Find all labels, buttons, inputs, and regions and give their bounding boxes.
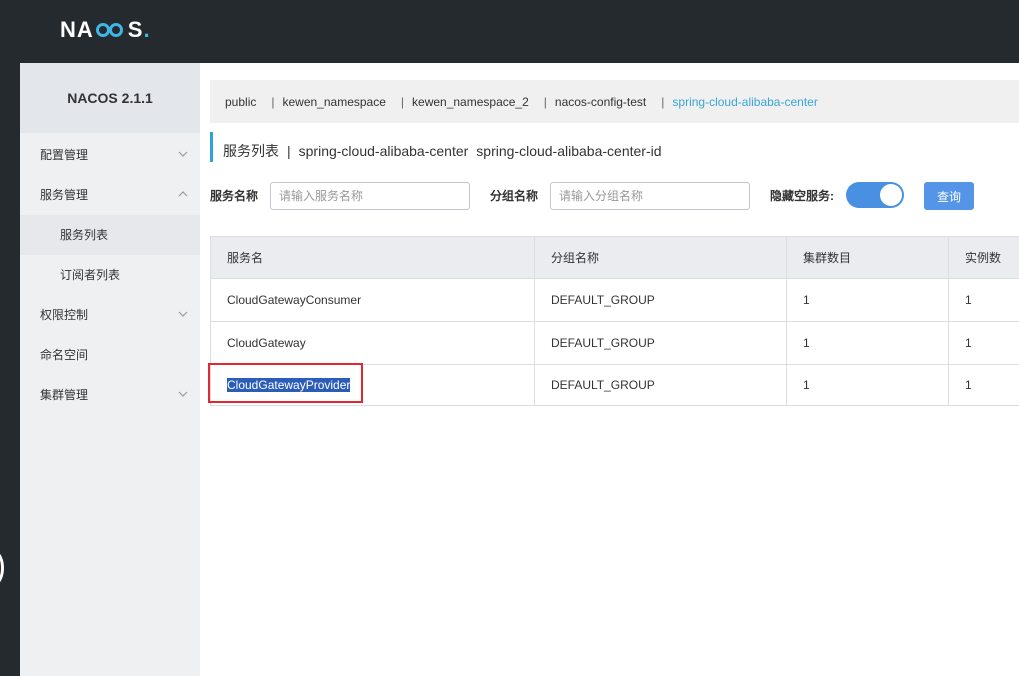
namespace-nacos-config-test[interactable]: nacos-config-test xyxy=(555,95,646,109)
page-title: 服务列表 | spring-cloud-alibaba-center spring-c… xyxy=(210,132,662,162)
table-row[interactable]: CloudGateway DEFAULT_GROUP 1 1 xyxy=(210,322,1019,365)
page-title-namespace-id: spring-cloud-alibaba-center-id xyxy=(476,143,662,159)
namespace-separator: | xyxy=(543,94,547,109)
group-name-input[interactable] xyxy=(550,182,750,210)
table-row[interactable]: CloudGatewayConsumer DEFAULT_GROUP 1 1 xyxy=(210,279,1019,322)
sidebar-item-namespace[interactable]: 命名空间 xyxy=(20,335,200,375)
sidebar-item-label: 配置管理 xyxy=(40,148,89,162)
hide-empty-toggle[interactable] xyxy=(846,182,904,208)
query-button[interactable]: 查询 xyxy=(924,182,974,210)
sidebar-item-service[interactable]: 服务管理 xyxy=(20,175,200,215)
cell-cluster-count: 1 xyxy=(787,279,949,321)
cell-service-name: CloudGateway xyxy=(210,322,535,364)
column-header-group-name: 分组名称 xyxy=(535,237,787,278)
group-name-label: 分组名称 xyxy=(490,189,539,203)
namespace-spring-cloud-alibaba-center[interactable]: spring-cloud-alibaba-center xyxy=(672,95,817,109)
chevron-up-icon xyxy=(178,175,190,215)
namespace-bar: public | kewen_namespace | kewen_namespa… xyxy=(210,80,1019,123)
namespace-public[interactable]: public xyxy=(225,95,256,109)
cell-instance-count: 1 xyxy=(965,378,972,392)
toggle-knob xyxy=(880,184,902,206)
top-bar: NAS. xyxy=(0,0,1019,63)
nacos-logo[interactable]: NAS. xyxy=(60,16,151,44)
namespace-separator: | xyxy=(271,94,275,109)
cell-instance-count: 1 xyxy=(965,336,972,350)
logo-infinity-icon xyxy=(95,21,127,39)
page-title-namespace-name: spring-cloud-alibaba-center xyxy=(298,143,469,159)
namespace-kewen[interactable]: kewen_namespace xyxy=(282,95,385,109)
chevron-down-icon xyxy=(178,295,190,335)
sidebar-item-label: 权限控制 xyxy=(40,308,89,322)
column-header-service-name: 服务名 xyxy=(210,237,535,278)
sidebar-menu: 配置管理 服务管理 服务列表 订阅者列表 权限控制 命名空间 集群管理 xyxy=(20,133,200,415)
namespace-separator: | xyxy=(400,94,405,109)
cell-instance-count: 1 xyxy=(965,293,972,307)
chevron-down-icon xyxy=(178,135,190,175)
column-header-instance-count: 实例数 xyxy=(965,251,1002,265)
sidebar-item-config[interactable]: 配置管理 xyxy=(20,135,200,175)
annotation-highlight-box xyxy=(208,363,363,403)
cell-cluster-count: 1 xyxy=(787,365,949,405)
service-name-input[interactable] xyxy=(270,182,470,210)
sidebar-item-label: 服务管理 xyxy=(40,188,89,202)
edge-arc-icon xyxy=(0,551,4,585)
sidebar-subitem-subscriber-list[interactable]: 订阅者列表 xyxy=(20,255,200,295)
sidebar-subitem-service-list[interactable]: 服务列表 xyxy=(20,215,200,255)
column-header-cluster-count: 集群数目 xyxy=(787,237,949,278)
version-label: NACOS 2.1.1 xyxy=(20,63,200,133)
sidebar-item-label: 集群管理 xyxy=(40,388,89,402)
cell-group-name: DEFAULT_GROUP xyxy=(535,322,787,364)
sidebar: NACOS 2.1.1 配置管理 服务管理 服务列表 订阅者列表 权限控制 命名… xyxy=(20,63,200,676)
service-name-label: 服务名称 xyxy=(210,189,259,203)
namespace-kewen-2[interactable]: kewen_namespace_2 xyxy=(412,95,529,109)
page-title-main: 服务列表 xyxy=(223,143,279,159)
sidebar-item-label: 命名空间 xyxy=(40,348,89,362)
sidebar-item-cluster[interactable]: 集群管理 xyxy=(20,375,200,415)
cell-group-name: DEFAULT_GROUP xyxy=(535,279,787,321)
title-separator: | xyxy=(287,143,291,159)
sidebar-item-auth[interactable]: 权限控制 xyxy=(20,295,200,335)
hide-empty-label: 隐藏空服务: xyxy=(770,189,834,203)
cell-cluster-count: 1 xyxy=(787,322,949,364)
cell-group-name: DEFAULT_GROUP xyxy=(535,365,787,405)
cell-service-name: CloudGatewayConsumer xyxy=(210,279,535,321)
chevron-down-icon xyxy=(178,375,190,415)
table-header-row: 服务名 分组名称 集群数目 实例数 xyxy=(210,237,1019,279)
namespace-separator: | xyxy=(661,94,665,109)
left-edge-strip xyxy=(0,63,20,676)
